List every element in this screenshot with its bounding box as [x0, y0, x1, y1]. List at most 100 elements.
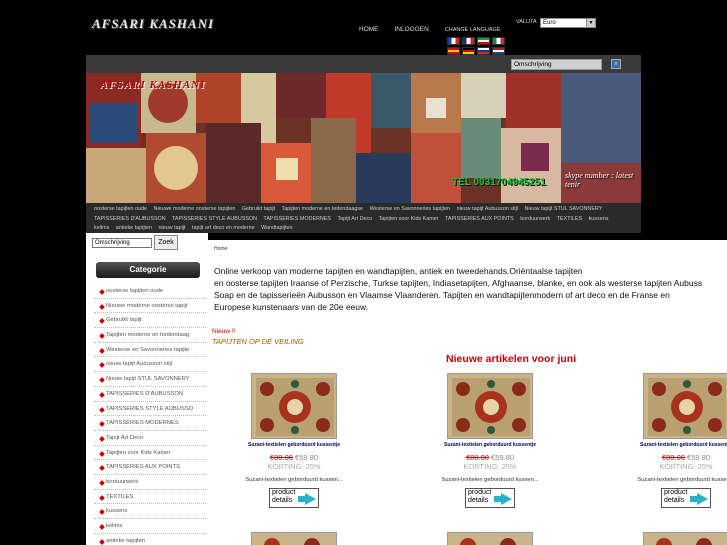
- product-details-button[interactable]: product details: [269, 488, 319, 508]
- category-menu-item[interactable]: Westerse en Savonneries tapijten: [370, 206, 451, 212]
- product-name[interactable]: Suzani-textielen geborduurd kussentje: [626, 442, 727, 448]
- category-list-item[interactable]: Nieuw tapijt STUL SAVONNERY: [94, 372, 206, 387]
- category-menu-item[interactable]: Nieuwe moderne oosterse tapijten: [154, 206, 236, 212]
- it-flag-icon[interactable]: [492, 37, 505, 45]
- next-row-product-image[interactable]: [447, 532, 533, 545]
- veiling-link[interactable]: TAPIJTEN OP DE VEILING: [212, 337, 304, 346]
- bullet-icon: [99, 421, 105, 428]
- category-list-item[interactable]: kelims: [94, 519, 206, 534]
- category-menu-item[interactable]: Tapijten voor Kids Kamer: [379, 216, 439, 222]
- product-description: Suzani-textielen geborduurd kussen...: [441, 477, 539, 483]
- category-list-item[interactable]: TAPISSERIES D'AUBUSSON: [94, 387, 206, 402]
- ru-flag-icon[interactable]: [477, 47, 490, 55]
- product-name[interactable]: Suzani-textielen geborduurd kussentje: [430, 442, 550, 448]
- new-articles-title: Nieuwe artikelen voor juni: [446, 353, 577, 365]
- category-menu-item[interactable]: TAPISSERIES D'AUBUSSON: [94, 216, 166, 222]
- bullet-icon: [99, 436, 105, 442]
- category-menu-item[interactable]: Tapijten moderne en tedendaagse: [282, 206, 364, 212]
- category-list-item[interactable]: kussens: [94, 504, 206, 519]
- category-list-item[interactable]: oosterse tapijten oude: [94, 284, 206, 299]
- category-menu-item[interactable]: nieuw tapijt: [159, 225, 186, 231]
- category-menu-item[interactable]: oosterse tapijten oude: [94, 206, 147, 212]
- nl-flag-icon[interactable]: [492, 47, 505, 55]
- de-flag-icon[interactable]: [462, 47, 475, 55]
- product-image[interactable]: [251, 373, 337, 439]
- category-menu-item[interactable]: nieuw tapijt Aubusson stijl: [457, 206, 518, 212]
- category-menu-item[interactable]: TAPISSERIES MODERNES: [263, 216, 331, 222]
- category-list-item[interactable]: TEXTILES: [94, 490, 206, 505]
- category-menu-item[interactable]: TAPISSERIES AUX POINTS: [445, 216, 514, 222]
- category-menu-item[interactable]: Tapijt Art Deco: [337, 216, 372, 222]
- valuta-select[interactable]: Euro ▼: [540, 18, 596, 28]
- nav-login[interactable]: INLOGGEN: [395, 26, 429, 33]
- category-label: Tapijten moderne en hedendaag: [106, 332, 190, 339]
- category-list-item[interactable]: Nieuwe moderne oosterse tapijt: [94, 299, 206, 314]
- banner-phone: TEL 0031704945251: [452, 177, 546, 188]
- next-row-product-image[interactable]: [251, 532, 337, 545]
- product-details-button[interactable]: product details: [465, 488, 515, 508]
- intro-line: Online verkoop van moderne tapijten en w…: [214, 266, 583, 276]
- category-list-item[interactable]: borduurwerk: [94, 475, 206, 490]
- old-price: €80.00: [466, 453, 489, 462]
- category-menu-bar: oosterse tapijten oude Nieuwe moderne oo…: [86, 203, 641, 233]
- main-content: Home Online verkoop van moderne tapijten…: [208, 240, 727, 545]
- new-price: €59.80: [295, 453, 318, 462]
- site-logo[interactable]: AFSARI KASHANI: [92, 16, 214, 32]
- category-label: Tapijt Art Deco: [106, 434, 144, 441]
- category-menu-item[interactable]: TEXTILES: [557, 216, 582, 222]
- category-list-item[interactable]: Gebruikt tapijt: [94, 313, 206, 329]
- category-menu-item[interactable]: Wandtapijten: [261, 225, 292, 231]
- category-list-item[interactable]: Tapijten moderne en hedendaag: [94, 328, 206, 343]
- breadcrumb[interactable]: Home: [214, 246, 227, 252]
- category-label: Westerse en Savonneries tapijte: [106, 346, 190, 353]
- header-search-input[interactable]: Omschrijving: [511, 59, 602, 70]
- intro-line: Europese kunstenaars van de 20e eeuw.: [214, 302, 369, 312]
- product-name[interactable]: Suzani-textielen geborduurd kussentje: [234, 442, 354, 448]
- top-nav: HOME INLOGGEN CHANGE LANGUAGE: [359, 26, 500, 33]
- category-list-item[interactable]: TAPISSERIES MODERNES: [94, 416, 206, 431]
- fr-flag-icon[interactable]: [447, 37, 460, 45]
- new-price: €59.80: [687, 453, 710, 462]
- category-list-item[interactable]: Tapijt Art Deco: [94, 431, 206, 446]
- category-menu-item[interactable]: Nieuw tapijt STUL SAVONNERY: [525, 206, 603, 212]
- ir-flag-icon[interactable]: [477, 37, 490, 45]
- product-image[interactable]: [643, 373, 727, 439]
- product-image[interactable]: [447, 373, 533, 439]
- bullet-icon: [99, 509, 105, 516]
- nav-change-language: CHANGE LANGUAGE: [444, 27, 501, 33]
- category-label: kussens: [106, 508, 128, 515]
- next-row-product-image[interactable]: [643, 532, 727, 545]
- category-list-item[interactable]: TAPISSERIES STYLE AUBUSSO: [94, 402, 206, 417]
- suzani-cushion-image: [644, 374, 727, 438]
- nav-home[interactable]: HOME: [359, 26, 379, 33]
- es-flag-icon[interactable]: [447, 47, 460, 55]
- discount-label: KORTING: 25%: [659, 462, 713, 471]
- new-price: €59.80: [491, 453, 514, 462]
- category-list-item[interactable]: antieke tapijten: [94, 534, 206, 545]
- uk-flag-icon[interactable]: [462, 37, 475, 45]
- intro-line: Soap en de tapisserieën Aubusson en Vlaa…: [214, 290, 670, 300]
- banner-image: AFSARI KASHANI TEL 0031704945251 skype n…: [86, 73, 641, 203]
- category-list-item[interactable]: Westerse en Savonneries tapijte: [94, 343, 206, 358]
- category-menu-item[interactable]: Gebruikt tapijt: [242, 206, 275, 212]
- category-menu-item[interactable]: antieke tapijten: [116, 225, 152, 231]
- category-label: TAPISSERIES D'AUBUSSON: [106, 390, 184, 397]
- category-heading: Categorie: [96, 262, 200, 278]
- category-menu-item[interactable]: kelims: [94, 225, 109, 231]
- category-menu-item[interactable]: tapijt art deco en moderne: [192, 225, 255, 231]
- category-list-item[interactable]: Tapijten voor Kids Kamer: [94, 446, 206, 461]
- category-list-item[interactable]: TAPISSERIES AUX POINTS: [94, 460, 206, 475]
- category-menu-item[interactable]: borduurwerk: [520, 216, 550, 222]
- page: AFSARI KASHANI HOME INLOGGEN CHANGE LANG…: [0, 0, 727, 545]
- bullet-icon: [99, 318, 105, 325]
- search-icon[interactable]: ⌕: [611, 59, 621, 69]
- valuta-value: Euro: [543, 20, 556, 26]
- sidebar-search-input[interactable]: Omschrijving: [92, 238, 152, 248]
- zoek-button[interactable]: Zoek: [154, 235, 178, 250]
- category-menu-item[interactable]: TAPISSERIES STYLE AUBUSSON: [172, 216, 257, 222]
- bullet-icon: [99, 303, 105, 310]
- product-details-button[interactable]: product details: [661, 488, 711, 508]
- product-price: €80.00 €59.80: [626, 453, 727, 462]
- category-list-item[interactable]: nieuw tapijt Aubusson stijl: [94, 357, 206, 373]
- category-menu-item[interactable]: kussens: [589, 216, 609, 222]
